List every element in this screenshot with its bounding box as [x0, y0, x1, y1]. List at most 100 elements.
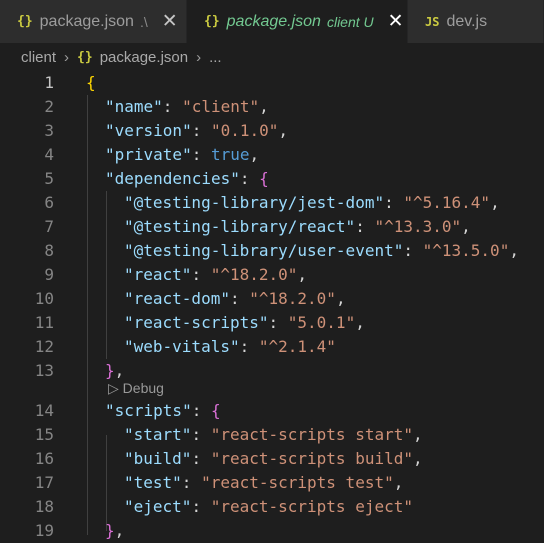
- code-token: ,: [249, 145, 260, 164]
- code-line[interactable]: 5 "dependencies": {: [0, 167, 544, 191]
- code-line[interactable]: 4 "private": true,: [0, 143, 544, 167]
- tab-package-json-client[interactable]: {} package.json client U ✕: [187, 0, 408, 43]
- code-line[interactable]: 6 "@testing-library/jest-dom": "^5.16.4",: [0, 191, 544, 215]
- line-number: 9: [44, 265, 54, 284]
- json-file-icon: {}: [204, 14, 220, 29]
- code-line[interactable]: 7 "@testing-library/react": "^13.3.0",: [0, 215, 544, 239]
- code-token: :: [191, 145, 211, 164]
- code-token: "5.0.1": [287, 313, 356, 332]
- tab-path-hint: .\: [139, 13, 148, 30]
- line-number: 15: [34, 425, 54, 444]
- code-token: "start": [124, 425, 192, 444]
- tab-label: dev.js: [446, 12, 488, 30]
- code-token: "react-scripts start": [210, 425, 413, 444]
- line-number: 3: [44, 121, 54, 140]
- tab-folder-hint: client: [326, 13, 360, 30]
- code-token: "^2.1.4": [258, 337, 336, 356]
- line-number: 14: [34, 401, 54, 420]
- code-token: }: [105, 521, 115, 540]
- code-token: "react-scripts": [124, 313, 269, 332]
- json-file-icon: {}: [77, 49, 93, 65]
- code-token: }: [105, 361, 115, 380]
- code-token: true: [210, 145, 250, 164]
- tab-dev-js[interactable]: JS dev.js: [408, 0, 544, 43]
- code-line[interactable]: 18 "eject": "react-scripts eject": [0, 495, 544, 519]
- code-token: ,: [259, 97, 269, 116]
- code-token: "test": [124, 473, 182, 492]
- line-number: 19: [34, 521, 54, 540]
- code-text: "version": "0.1.0",: [105, 119, 288, 143]
- code-token: :: [239, 337, 259, 356]
- code-text: "test": "react-scripts test",: [124, 471, 403, 495]
- tab-package-json-root[interactable]: {} package.json .\ ✕: [0, 0, 187, 43]
- code-line[interactable]: 16 "build": "react-scripts build",: [0, 447, 544, 471]
- line-number: 1: [44, 73, 54, 92]
- code-token: :: [239, 169, 260, 188]
- close-icon[interactable]: ✕: [162, 12, 178, 31]
- line-number: 13: [34, 361, 54, 380]
- code-text: "name": "client",: [105, 95, 269, 119]
- javascript-file-icon: JS: [425, 14, 440, 29]
- code-token: "build": [124, 449, 192, 468]
- code-line[interactable]: 8 "@testing-library/user-event": "^13.5.0…: [0, 239, 544, 263]
- line-number: 11: [34, 313, 54, 332]
- code-token: :: [181, 473, 202, 492]
- code-token: "react-scripts eject": [210, 497, 413, 516]
- code-line[interactable]: 10 "react-dom": "^18.2.0",: [0, 287, 544, 311]
- untracked-status-badge: U: [363, 13, 374, 30]
- code-token: :: [229, 289, 250, 308]
- code-token: :: [191, 449, 211, 468]
- code-line[interactable]: 3 "version": "0.1.0",: [0, 119, 544, 143]
- code-token: :: [191, 401, 211, 420]
- code-token: "^13.5.0": [422, 241, 510, 260]
- code-token: "web-vitals": [124, 337, 240, 356]
- code-line[interactable]: 15 "start": "react-scripts start",: [0, 423, 544, 447]
- code-token: "dependencies": [105, 169, 240, 188]
- tab-label: package.json: [39, 12, 134, 30]
- code-text: {: [86, 71, 96, 95]
- code-line[interactable]: 14 "scripts": {: [0, 399, 544, 423]
- code-token: {: [86, 73, 96, 92]
- code-line[interactable]: 12 "web-vitals": "^2.1.4": [0, 335, 544, 359]
- code-token: ,: [114, 361, 125, 380]
- tab-path-hint: client U: [327, 14, 374, 30]
- line-number: 6: [44, 193, 54, 212]
- code-token: "@testing-library/react": [124, 217, 356, 236]
- code-text: "dependencies": {: [105, 167, 269, 191]
- breadcrumb-file[interactable]: package.json: [100, 49, 188, 66]
- code-token: ,: [278, 121, 289, 140]
- code-token: "scripts": [105, 401, 192, 420]
- code-token: :: [268, 313, 288, 332]
- code-text: "scripts": {: [105, 399, 221, 423]
- code-text: "@testing-library/user-event": "^13.5.0"…: [124, 239, 519, 263]
- code-line[interactable]: 1{: [0, 71, 544, 95]
- line-number: 4: [44, 145, 54, 164]
- code-editor[interactable]: ▷ Debug 1{2 "name": "client", 3 "version": …: [0, 71, 544, 540]
- close-icon[interactable]: ✕: [388, 12, 404, 31]
- code-line[interactable]: 2 "name": "client",: [0, 95, 544, 119]
- code-token: "^18.2.0": [249, 289, 336, 308]
- code-line[interactable]: 11 "react-scripts": "5.0.1",: [0, 311, 544, 335]
- json-file-icon: {}: [17, 14, 33, 29]
- code-token: ,: [509, 241, 519, 260]
- code-line[interactable]: 19},: [0, 519, 544, 543]
- code-token: {: [210, 401, 221, 420]
- code-text: },: [105, 359, 124, 383]
- code-text: "react-dom": "^18.2.0",: [124, 287, 346, 311]
- code-token: "react": [124, 265, 192, 284]
- line-number: 10: [34, 289, 54, 308]
- code-line[interactable]: 17 "test": "react-scripts test",: [0, 471, 544, 495]
- code-token: "eject": [124, 497, 192, 516]
- breadcrumb-folder[interactable]: client: [21, 49, 56, 66]
- code-token: ,: [114, 521, 125, 540]
- breadcrumb-symbols[interactable]: ...: [209, 49, 222, 66]
- line-number: 16: [34, 449, 54, 468]
- line-number: 17: [34, 473, 54, 492]
- code-text: "build": "react-scripts build",: [124, 447, 423, 471]
- code-token: "react-scripts build": [210, 449, 413, 468]
- code-token: :: [403, 241, 423, 260]
- code-line[interactable]: 13},: [0, 359, 544, 383]
- code-token: :: [191, 425, 211, 444]
- code-line[interactable]: 9 "react": "^18.2.0",: [0, 263, 544, 287]
- code-token: ,: [355, 313, 365, 332]
